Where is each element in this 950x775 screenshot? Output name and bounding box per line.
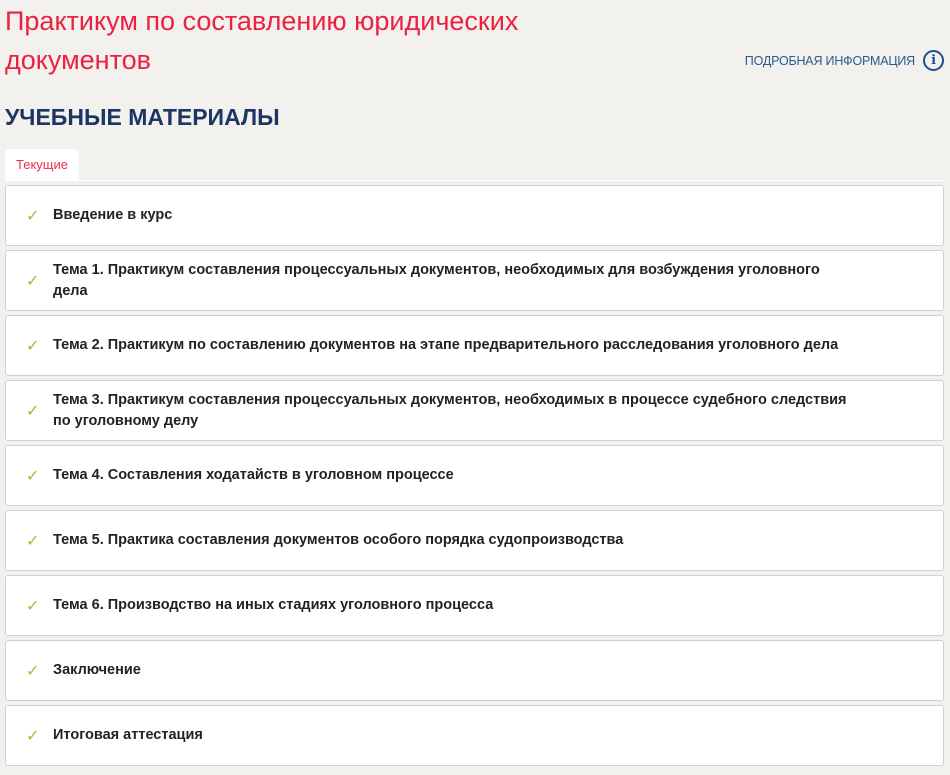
check-icon: ✓ (26, 401, 40, 420)
list-item[interactable]: ✓ Итоговая аттестация (5, 705, 944, 766)
details-link-label: ПОДРОБНАЯ ИНФОРМАЦИЯ (744, 53, 915, 68)
list-item-label: Введение в курс (53, 207, 173, 223)
list-item-label: Заключение (53, 662, 141, 678)
check-icon: ✓ (26, 336, 40, 355)
list-item[interactable]: ✓ Тема 2. Практикум по составлению докуме… (5, 315, 944, 376)
check-icon: ✓ (26, 466, 40, 485)
tab-current[interactable]: Текущие (5, 149, 79, 180)
check-icon: ✓ (26, 661, 40, 680)
list-item-label: Тема 2. Практикум по составлению докумен… (53, 337, 839, 353)
course-title: Практикум по составлению юридических док… (5, 6, 519, 75)
list-item-label: Тема 1. Практикум составления процессуал… (53, 261, 820, 299)
section-title: УЧЕБНЫЕ МАТЕРИАЛЫ (5, 104, 280, 130)
list-item[interactable]: ✓ Введение в курс (5, 185, 944, 246)
check-icon: ✓ (26, 726, 40, 745)
materials-list: ✓ Введение в курс ✓ Тема 1. Практикум соста… (5, 185, 944, 770)
list-item[interactable]: ✓ Тема 4. Составления ходатайств в уголов… (5, 445, 944, 506)
check-icon: ✓ (26, 271, 40, 290)
tab-divider (5, 180, 944, 181)
check-icon: ✓ (26, 206, 40, 225)
list-item[interactable]: ✓ Тема 1. Практикум составления процессуа… (5, 250, 944, 311)
check-icon: ✓ (26, 531, 40, 550)
list-item-label: Тема 6. Производство на иных стадиях уго… (53, 597, 494, 613)
details-link[interactable]: ПОДРОБНАЯ ИНФОРМАЦИЯ i (745, 50, 944, 71)
check-icon: ✓ (26, 596, 40, 615)
list-item[interactable]: ✓ Тема 6. Производство на иных стадиях уг… (5, 575, 944, 636)
info-icon[interactable]: i (923, 50, 944, 71)
list-item-label: Тема 4. Составления ходатайств в уголовн… (53, 467, 454, 483)
list-item[interactable]: ✓ Заключение (5, 640, 944, 701)
list-item-label: Итоговая аттестация (53, 727, 203, 743)
list-item-label: Тема 5. Практика составления документов … (53, 532, 624, 548)
list-item-label: Тема 3. Практикум составления процессуал… (53, 391, 847, 429)
list-item[interactable]: ✓ Тема 5. Практика составления документов… (5, 510, 944, 571)
list-item[interactable]: ✓ Тема 3. Практикум составления процессуа… (5, 380, 944, 441)
